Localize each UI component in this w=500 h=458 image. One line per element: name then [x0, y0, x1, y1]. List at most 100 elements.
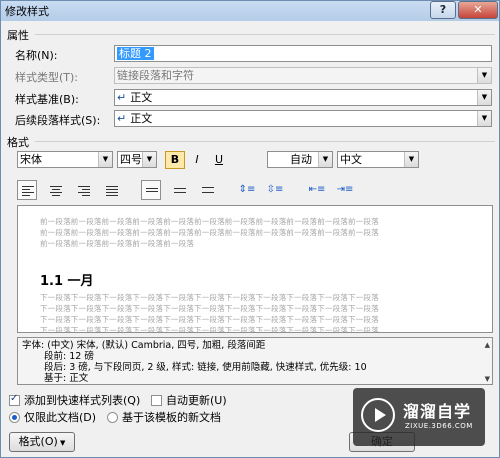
close-button[interactable]: ✕ [458, 1, 498, 19]
auto-update-checkbox[interactable]: 自动更新(U) [151, 392, 227, 408]
font-color-select[interactable]: 自动 ▼ [267, 151, 333, 168]
script-value: 中文 [340, 153, 362, 166]
italic-button[interactable]: I [187, 151, 207, 169]
preview-previous-line: 前一段落前一段落前一段落前一段落前一段落前一段落前一段落前一段落前一段落前一段落… [40, 228, 379, 237]
description-line: 字体: (中文) 宋体, (默认) Cambria, 四号, 加粗, 段落间距 [22, 340, 266, 351]
script-select[interactable]: 中文 ▼ [337, 151, 419, 168]
chevron-down-icon[interactable]: ▼ [98, 152, 112, 167]
title-bar[interactable]: 修改样式 ? ✕ [1, 1, 499, 21]
align-left-button[interactable] [17, 180, 37, 200]
style-type-label: 样式类型(T): [15, 71, 79, 84]
chevron-down-icon[interactable]: ▼ [477, 111, 491, 126]
next-style-select[interactable]: ↵ 正文 ▼ [114, 110, 492, 127]
chevron-down-icon: ▼ [477, 68, 491, 83]
preview-next-paragraph: 下一段落下一段落下一段落下一段落下一段落下一段落下一段落下一段落下一段落下一段落… [40, 292, 480, 333]
increase-spacing-before-button[interactable]: ⇕≡ [237, 180, 257, 200]
paragraph-style-icon: ↵ [117, 91, 127, 104]
help-button[interactable]: ? [430, 1, 456, 19]
preview-next-line: 下一段落下一段落下一段落下一段落下一段落下一段落下一段落下一段落下一段落下一段落… [40, 293, 379, 302]
one-half-spacing-icon [174, 188, 186, 195]
dropdown-arrow-icon: ▼ [57, 439, 66, 447]
double-spacing-icon [202, 187, 214, 195]
formatting-group-label: 格式 [7, 136, 29, 149]
indent-icon: ⇥≡ [336, 184, 354, 195]
play-logo-icon [361, 398, 395, 432]
chevron-down-icon[interactable]: ▼ [142, 152, 156, 167]
add-to-quick-styles-label: 添加到快速样式列表(Q) [24, 394, 141, 407]
description-line: 段后: 3 磅, 与下段同页, 2 级, 样式: 链接, 使用前隐藏, 快速样式… [44, 362, 367, 373]
font-value: 宋体 [20, 153, 42, 166]
preview-heading: 1.1 一月 [40, 274, 94, 289]
font-select[interactable]: 宋体 ▼ [17, 151, 113, 168]
radio-button[interactable] [107, 411, 118, 423]
preview-previous-paragraph: 前一段落前一段落前一段落前一段落前一段落前一段落前一段落前一段落前一段落前一段落… [40, 216, 480, 249]
auto-update-label: 自动更新(U) [166, 394, 227, 407]
name-field[interactable]: 标题 2 [114, 45, 492, 62]
style-preview: 前一段落前一段落前一段落前一段落前一段落前一段落前一段落前一段落前一段落前一段落… [17, 205, 493, 333]
align-center-icon [50, 186, 62, 198]
properties-separator [35, 34, 495, 35]
preview-previous-line: 前一段落前一段落前一段落前一段落前一段落前一段落前一段落前一段落前一段落前一段落… [40, 217, 379, 226]
radio-button[interactable] [9, 411, 20, 423]
based-on-select[interactable]: ↵ 正文 ▼ [114, 89, 492, 106]
one-half-spacing-button[interactable] [169, 180, 189, 200]
font-size-select[interactable]: 四号 ▼ [117, 151, 157, 168]
name-field-value: 标题 2 [117, 47, 154, 60]
style-description: 字体: (中文) 宋体, (默认) Cambria, 四号, 加粗, 段落间距 … [17, 337, 493, 385]
scroll-up-icon[interactable]: ▲ [485, 340, 490, 351]
single-spacing-button[interactable] [141, 180, 161, 200]
decrease-spacing-before-button[interactable]: ⇳≡ [265, 180, 285, 200]
add-to-quick-styles-checkbox[interactable]: 添加到快速样式列表(Q) [9, 392, 140, 408]
checkbox-box[interactable] [151, 394, 162, 406]
preview-next-line: 下一段落下一段落下一段落下一段落下一段落下一段落下一段落下一段落下一段落下一段落… [40, 315, 379, 324]
align-center-button[interactable] [45, 180, 65, 200]
outdent-icon: ⇤≡ [308, 184, 326, 195]
paragraph-style-icon: ↵ [117, 112, 127, 125]
justify-icon [106, 186, 118, 198]
decrease-indent-button[interactable]: ⇤≡ [307, 180, 327, 200]
chevron-down-icon[interactable]: ▼ [477, 90, 491, 105]
next-style-value: 正文 [130, 112, 153, 125]
format-menu-button[interactable]: 格式(O) ▼ [9, 432, 75, 452]
preview-previous-line: 前一段落前一段落前一段落前一段落前一段落 [40, 239, 194, 248]
description-line: 基于: 正文 [44, 373, 89, 384]
spacing-before-up-icon: ⇕≡ [238, 184, 256, 195]
preview-next-line: 下一段落下一段落下一段落下一段落下一段落下一段落下一段落下一段落下一段落下一段落… [40, 304, 379, 313]
align-right-icon [78, 186, 90, 198]
watermark-title: 溜溜自学 [403, 402, 472, 421]
bold-button[interactable]: B [165, 151, 185, 169]
name-label: 名称(N): [15, 49, 58, 62]
format-button-label: 格式(O) [18, 435, 58, 448]
dialog-title: 修改样式 [5, 5, 49, 18]
chevron-down-icon[interactable]: ▼ [318, 152, 332, 167]
only-this-document-radio[interactable]: 仅限此文档(D) [9, 409, 96, 425]
chevron-down-icon[interactable]: ▼ [404, 152, 418, 167]
properties-group-label: 属性 [7, 29, 29, 42]
double-spacing-button[interactable] [197, 180, 217, 200]
based-on-value: 正文 [130, 91, 153, 104]
checkbox-box[interactable] [9, 393, 20, 406]
align-left-icon [22, 186, 34, 198]
only-this-document-label: 仅限此文档(D) [24, 411, 97, 424]
single-spacing-icon [146, 188, 158, 194]
new-documents-radio[interactable]: 基于该模板的新文档 [107, 409, 221, 425]
preview-next-line: 下一段落下一段落下一段落下一段落下一段落下一段落下一段落下一段落下一段落下一段落… [40, 326, 379, 333]
next-style-label: 后续段落样式(S): [15, 114, 101, 127]
increase-indent-button[interactable]: ⇥≡ [335, 180, 355, 200]
formatting-separator [35, 141, 495, 142]
style-type-value: 链接段落和字符 [117, 69, 194, 82]
spacing-before-down-icon: ⇳≡ [266, 184, 284, 195]
description-line: 段前: 12 磅 [44, 351, 94, 362]
watermark-overlay: 溜溜自学 ZIXUE.3D66.COM [353, 388, 485, 446]
style-type-select: 链接段落和字符 ▼ [114, 67, 492, 84]
font-color-value: 自动 [290, 153, 312, 166]
underline-button[interactable]: U [209, 151, 229, 169]
font-size-value: 四号 [120, 153, 142, 166]
scroll-down-icon[interactable]: ▼ [485, 374, 490, 384]
watermark-subtitle: ZIXUE.3D66.COM [405, 422, 473, 430]
align-right-button[interactable] [73, 180, 93, 200]
based-on-label: 样式基准(B): [15, 93, 79, 106]
modify-style-dialog: 修改样式 ? ✕ 属性 名称(N): 标题 2 样式类型(T): 链接段落和字符… [0, 0, 500, 458]
new-documents-label: 基于该模板的新文档 [122, 411, 221, 424]
justify-button[interactable] [101, 180, 121, 200]
